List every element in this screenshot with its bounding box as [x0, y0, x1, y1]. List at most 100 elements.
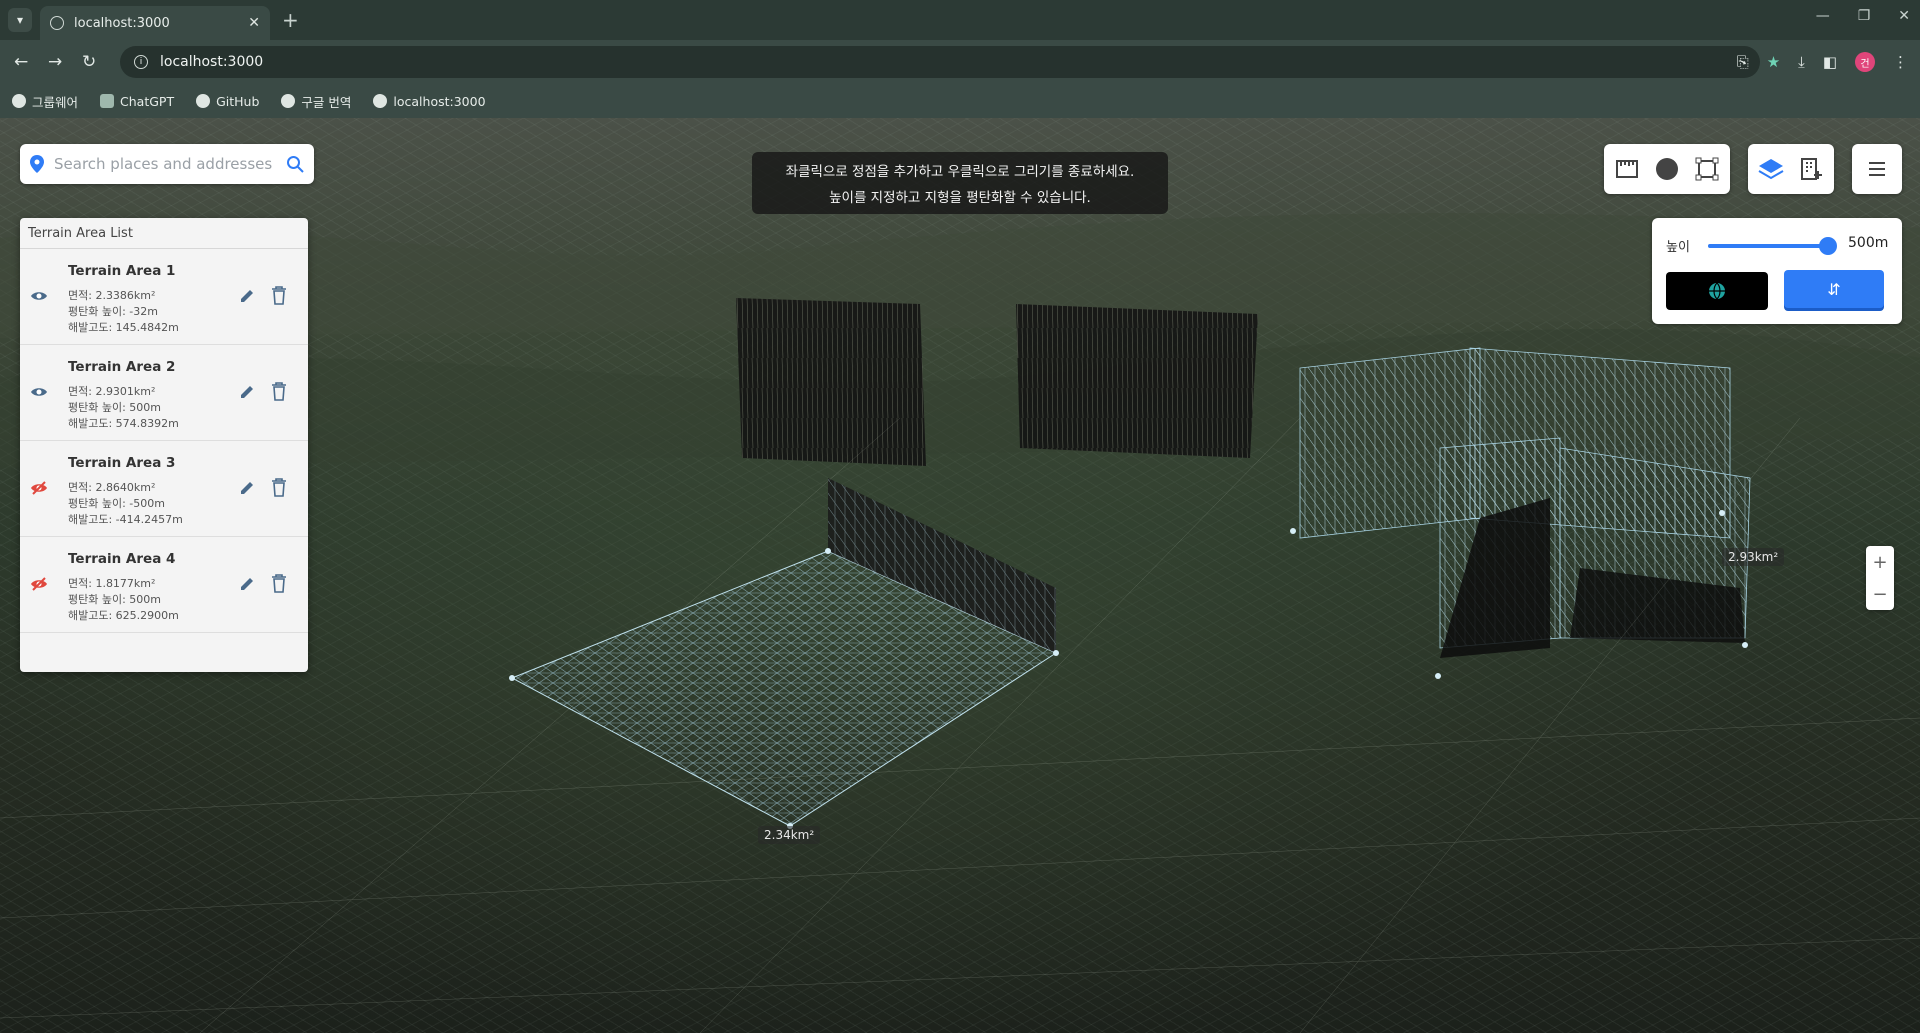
- url-text: localhost:3000: [160, 54, 264, 70]
- elevation: 해발고도: -414.2457m: [68, 513, 183, 526]
- pencil-icon[interactable]: [238, 287, 256, 305]
- area-measure-label: 2.34km²: [758, 826, 821, 844]
- location-pin-icon: [30, 155, 44, 173]
- restore-icon[interactable]: ❐: [1858, 8, 1871, 24]
- zoom-control: + −: [1866, 546, 1894, 610]
- site-info-icon[interactable]: i: [134, 55, 148, 69]
- kebab-menu-icon[interactable]: ⋮: [1893, 53, 1908, 71]
- profile-avatar[interactable]: 건: [1855, 52, 1875, 72]
- browser-toolbar: ← → ↻ i localhost:3000 ⎘ ★ ⤓ ◧ 건 ⋮: [0, 40, 1920, 84]
- globe-icon: [1709, 282, 1725, 300]
- height-slider-knob[interactable]: [1819, 237, 1837, 255]
- menu-icon[interactable]: [1864, 156, 1890, 182]
- close-icon[interactable]: ✕: [248, 15, 260, 31]
- layers-icon[interactable]: [1758, 156, 1784, 182]
- browser-titlebar: ▾ localhost:3000 ✕ + — ❐ ✕: [0, 0, 1920, 40]
- bookmark-item[interactable]: 구글 번역: [281, 92, 351, 111]
- layer-tools: [1748, 144, 1834, 194]
- globe-button[interactable]: [1666, 272, 1768, 310]
- download-icon[interactable]: ⤓: [1798, 53, 1805, 71]
- eye-off-icon[interactable]: [30, 479, 48, 497]
- bookmarks-bar: 그룹웨어 ChatGPT GitHub 구글 번역 localhost:3000: [0, 84, 1920, 118]
- area-name: Terrain Area 3: [68, 455, 176, 471]
- bookmark-label: 구글 번역: [301, 94, 352, 110]
- bookmark-label: ChatGPT: [120, 93, 175, 109]
- globe-icon: [373, 94, 388, 108]
- forward-icon[interactable]: →: [48, 52, 62, 72]
- chevron-down-icon: ▾: [16, 13, 24, 27]
- area-size: 면적: 2.9301km²: [68, 385, 156, 398]
- globe-icon: [12, 94, 26, 108]
- globe-icon: [50, 16, 64, 30]
- flatten-icon: ⇵: [1827, 279, 1841, 299]
- bookmark-label: GitHub: [216, 93, 260, 109]
- hint-line: 좌클릭으로 정점을 추가하고 우클릭으로 그리기를 종료하세요.: [785, 164, 1135, 180]
- flatten-height: 평탄화 높이: 500m: [68, 593, 162, 606]
- search-box[interactable]: [20, 144, 314, 184]
- area-size: 면적: 1.8177km²: [68, 577, 156, 590]
- zoom-out-icon[interactable]: −: [1872, 584, 1887, 605]
- search-icon[interactable]: [286, 155, 304, 173]
- flatten-button[interactable]: ⇵: [1784, 270, 1884, 308]
- list-title: Terrain Area List: [20, 218, 308, 249]
- list-item[interactable]: Terrain Area 1 면적: 2.3386km² 평탄화 높이: -32…: [20, 249, 308, 345]
- bookmark-label: localhost:3000: [393, 93, 486, 109]
- google-icon: [281, 94, 296, 108]
- flatten-height: 평탄화 높이: -500m: [68, 497, 165, 510]
- pencil-icon[interactable]: [238, 383, 256, 401]
- terrain-area-list: Terrain Area List Terrain Area 1 면적: 2.3…: [20, 218, 308, 672]
- elevation: 해발고도: 625.2900m: [68, 609, 179, 622]
- tab-search-button[interactable]: ▾: [8, 8, 32, 32]
- trash-icon[interactable]: [270, 381, 288, 401]
- new-tab-button[interactable]: +: [282, 8, 299, 32]
- area-name: Terrain Area 2: [68, 359, 176, 375]
- minimize-icon[interactable]: —: [1816, 8, 1830, 24]
- eye-icon[interactable]: [30, 287, 48, 305]
- trash-icon[interactable]: [270, 573, 288, 593]
- area-size: 면적: 2.3386km²: [68, 289, 156, 302]
- circle-icon[interactable]: [1654, 156, 1680, 182]
- trash-icon[interactable]: [270, 285, 288, 305]
- elevation: 해발고도: 145.4842m: [68, 321, 179, 334]
- area-measure-label: 2.93km²: [1722, 548, 1785, 566]
- window-close-icon[interactable]: ✕: [1898, 8, 1910, 24]
- translate-icon[interactable]: ⎘: [1737, 53, 1749, 71]
- side-panel-icon[interactable]: ◧: [1823, 53, 1837, 71]
- list-item[interactable]: Terrain Area 2 면적: 2.9301km² 평탄화 높이: 500…: [20, 345, 308, 441]
- bookmark-item[interactable]: GitHub: [196, 94, 259, 109]
- address-bar[interactable]: i localhost:3000: [120, 46, 1760, 78]
- list-item[interactable]: Terrain Area 4 면적: 1.8177km² 평탄화 높이: 500…: [20, 537, 308, 633]
- zoom-in-icon[interactable]: +: [1872, 552, 1887, 573]
- list-item[interactable]: Terrain Area 3 면적: 2.8640km² 평탄화 높이: -50…: [20, 441, 308, 537]
- search-input[interactable]: [54, 155, 286, 173]
- menu-group: [1852, 144, 1902, 194]
- ruler-icon[interactable]: [1614, 156, 1640, 182]
- browser-tab[interactable]: localhost:3000 ✕: [40, 6, 270, 40]
- pencil-icon[interactable]: [238, 479, 256, 497]
- height-slider-fill: [1708, 244, 1828, 248]
- drawing-tools: [1604, 144, 1730, 194]
- back-icon[interactable]: ←: [14, 52, 28, 72]
- height-value: 500m: [1848, 235, 1889, 251]
- map-viewport[interactable]: 2.34km² 2.93km² 좌클릭으로 정점을 추가하고 우클릭으로 그리기…: [0, 118, 1920, 1033]
- trash-icon[interactable]: [270, 477, 288, 497]
- polygon-icon[interactable]: [1694, 156, 1720, 182]
- bookmark-star-icon[interactable]: ★: [1767, 53, 1780, 71]
- reload-icon[interactable]: ↻: [82, 52, 96, 72]
- eye-icon[interactable]: [30, 383, 48, 401]
- height-slider[interactable]: [1708, 237, 1837, 255]
- bookmark-item[interactable]: ChatGPT: [100, 94, 174, 109]
- drawing-hint: 좌클릭으로 정점을 추가하고 우클릭으로 그리기를 종료하세요. 높이를 지정하…: [752, 152, 1168, 214]
- eye-off-icon[interactable]: [30, 575, 48, 593]
- building-plus-icon[interactable]: [1798, 156, 1824, 182]
- height-label: 높이: [1666, 240, 1690, 255]
- window-controls: — ❐ ✕: [1816, 8, 1910, 24]
- bookmark-item[interactable]: 그룹웨어: [12, 92, 78, 111]
- flatten-height: 평탄화 높이: -32m: [68, 305, 158, 318]
- pencil-icon[interactable]: [238, 575, 256, 593]
- height-panel: 높이 500m ⇵: [1652, 218, 1902, 324]
- flatten-height: 평탄화 높이: 500m: [68, 401, 162, 414]
- tab-title: localhost:3000: [74, 15, 170, 31]
- area-name: Terrain Area 4: [68, 551, 176, 567]
- bookmark-item[interactable]: localhost:3000: [373, 93, 486, 109]
